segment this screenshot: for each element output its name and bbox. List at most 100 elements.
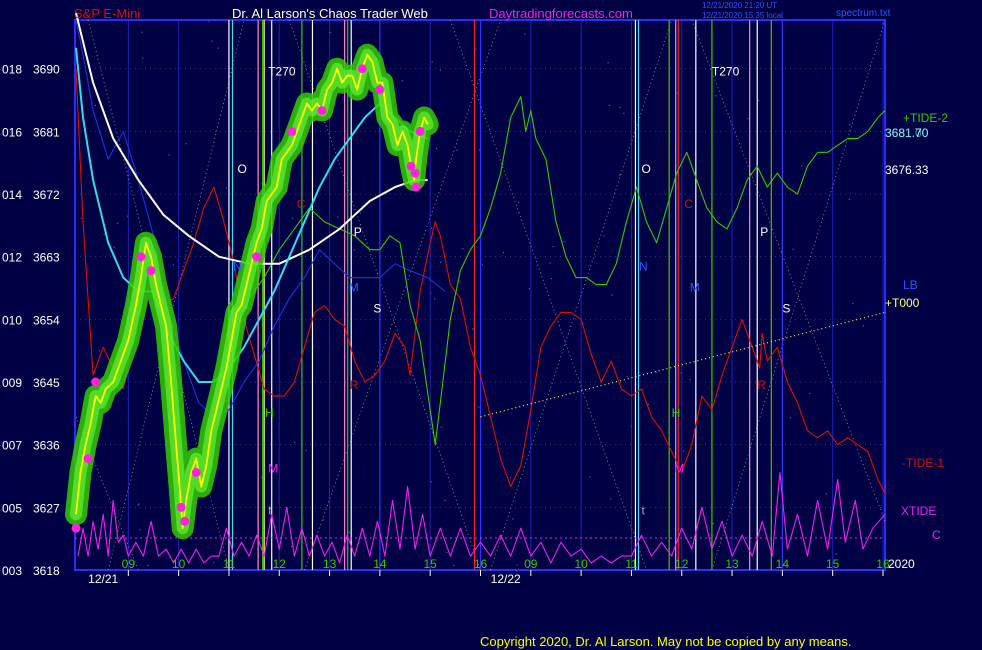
magenta-dot [91, 377, 101, 387]
event-marker: P [760, 225, 768, 239]
event-marker: T270 [712, 65, 740, 79]
y-tick-left: 005 [2, 501, 22, 515]
star [291, 546, 293, 548]
magenta-dot [375, 85, 385, 95]
chart-svg: T270 T270O ON NP PC CM MS SR RH HM Mt t 018 3690016 3… [0, 0, 982, 650]
star [619, 174, 621, 176]
x-date-label: 12/21 [88, 572, 118, 586]
y-tick-left: 003 [2, 564, 22, 578]
star [305, 449, 307, 451]
magenta-dot [191, 468, 201, 478]
star [550, 278, 553, 280]
event-marker: O [238, 162, 247, 176]
y-tick-price: 3654 [33, 313, 60, 327]
y-tick-left: 018 [2, 63, 22, 77]
star [348, 531, 350, 533]
x-tick-label: 12 [273, 557, 287, 571]
star [789, 417, 791, 419]
label-xtide: XTIDE [901, 504, 936, 518]
x-tick-label: 09 [122, 557, 136, 571]
right-price-b: 3681.00 [885, 126, 929, 140]
event-marker: P [354, 225, 362, 239]
chart-title: S&P E-Mini [74, 6, 140, 21]
star [172, 264, 174, 266]
star [609, 498, 612, 500]
star [337, 216, 339, 218]
star [439, 69, 441, 71]
star [225, 187, 228, 189]
star [456, 149, 458, 151]
star [683, 450, 685, 452]
magenta-dot [146, 266, 156, 276]
x-tick-label: 11 [625, 557, 638, 571]
star [689, 379, 691, 381]
event-marker: M [690, 281, 700, 295]
star [801, 165, 803, 167]
event-marker: R [350, 378, 359, 392]
site-link[interactable]: Daytradingforecasts.com [489, 6, 633, 21]
year-label: 2020 [888, 557, 915, 571]
y-tick-left: 009 [2, 376, 22, 390]
magenta-dot [136, 252, 146, 262]
star [217, 47, 219, 49]
event-marker: C [684, 197, 693, 211]
y-tick-price: 3672 [33, 188, 60, 202]
right-price-c: 3676.33 [885, 163, 929, 177]
star [294, 441, 296, 443]
star [453, 564, 455, 566]
x-tick-label: 10 [172, 557, 186, 571]
star [359, 212, 362, 214]
y-tick-price: 3618 [33, 564, 60, 578]
star [185, 143, 187, 145]
star [835, 553, 837, 555]
star [401, 80, 403, 82]
magenta-dot [83, 454, 93, 464]
event-marker: M [268, 462, 278, 476]
star [862, 325, 865, 327]
event-marker: R [757, 378, 766, 392]
star [655, 371, 657, 373]
magenta-dot [252, 252, 262, 262]
y-tick-price: 3645 [33, 376, 60, 390]
star [168, 154, 170, 156]
star [472, 328, 474, 330]
star [502, 251, 504, 254]
label-tide1: -TIDE-1 [902, 456, 944, 470]
star [440, 426, 442, 428]
x-tick-label: 15 [826, 557, 840, 571]
event-marker: M [349, 281, 359, 295]
star [80, 217, 82, 220]
y-tick-price: 3627 [33, 501, 60, 515]
star [647, 403, 649, 405]
star [524, 33, 526, 35]
x-tick-label: 13 [323, 557, 337, 571]
star [330, 31, 332, 34]
copyright: Copyright 2020, Dr. Al Larson. May not b… [480, 634, 851, 649]
star [436, 147, 438, 150]
star [475, 48, 477, 50]
star [211, 40, 213, 42]
timestamp-ut: 12/21/2020 21:20 UT [702, 1, 777, 10]
star [552, 246, 554, 248]
spectrum-file: spectrum.txt [836, 8, 891, 19]
star [478, 149, 480, 151]
magenta-dot [287, 126, 297, 136]
event-marker: T270 [268, 65, 296, 79]
x-tick-label: 16 [474, 557, 488, 571]
star [549, 262, 551, 264]
star [607, 62, 609, 64]
x-tick-label: 14 [373, 557, 387, 571]
star [619, 106, 621, 109]
y-tick-price: 3636 [33, 439, 60, 453]
star [98, 350, 101, 352]
label-c: C [932, 528, 941, 542]
star [113, 246, 115, 248]
event-marker: S [373, 301, 381, 315]
x-tick-label: 15 [424, 557, 438, 571]
star [512, 518, 514, 520]
star [603, 235, 605, 237]
event-marker: M [674, 462, 684, 476]
label-t000: +T000 [885, 296, 920, 310]
star [440, 261, 442, 263]
event-marker: N [233, 260, 242, 274]
